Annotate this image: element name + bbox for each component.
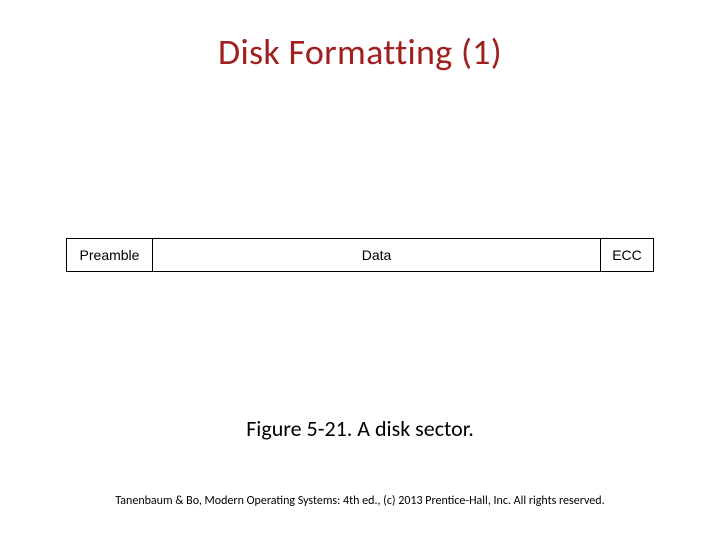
sector-cell-data: Data (153, 239, 601, 271)
sector-cell-preamble: Preamble (67, 239, 153, 271)
figure-caption: Figure 5-21. A disk sector. (0, 415, 720, 442)
slide: Disk Formatting (1) Preamble Data ECC Fi… (0, 0, 720, 540)
copyright-footer: Tanenbaum & Bo, Modern Operating Systems… (0, 494, 720, 508)
sector-cell-ecc: ECC (601, 239, 653, 271)
slide-title: Disk Formatting (1) (0, 30, 720, 74)
sector-diagram: Preamble Data ECC (66, 238, 654, 272)
